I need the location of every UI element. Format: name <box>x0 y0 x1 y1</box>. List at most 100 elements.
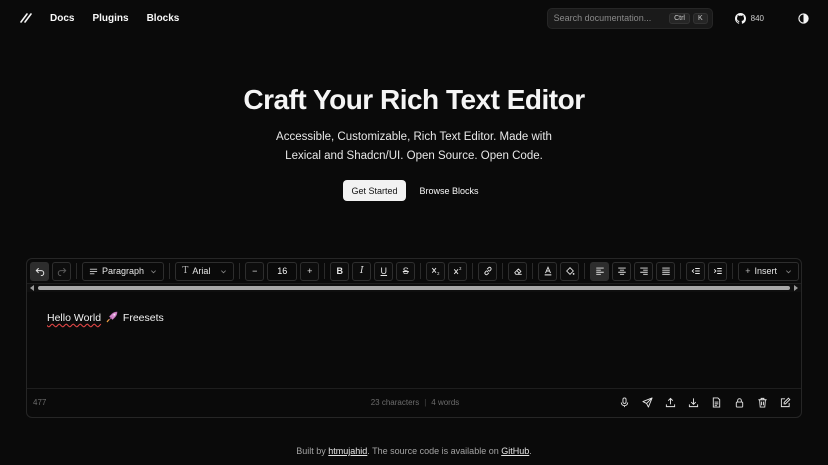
align-right-icon <box>639 267 648 275</box>
scroll-right-icon[interactable] <box>794 285 798 291</box>
divider <box>169 263 171 279</box>
paragraph-icon <box>89 268 98 274</box>
stats-separator: | <box>424 398 427 407</box>
kbd-k: K <box>692 12 708 24</box>
font-family-select[interactable]: T Arial <box>175 261 235 281</box>
browse-blocks-button[interactable]: Browse Blocks <box>414 180 485 201</box>
chevron-down-icon <box>151 269 157 273</box>
script-group: 2 2 <box>426 261 468 281</box>
theme-toggle-icon[interactable] <box>796 11 810 25</box>
download-icon[interactable] <box>687 396 700 409</box>
align-left-button[interactable] <box>590 261 610 281</box>
subscript-icon: 2 <box>431 267 440 276</box>
align-right-button[interactable] <box>634 261 654 281</box>
page: Docs Plugins Blocks Search documentation… <box>0 0 828 465</box>
content-text-freesets: Freesets <box>122 312 164 324</box>
header-right: Search documentation... Ctrl K 840 <box>546 7 810 29</box>
get-started-button[interactable]: Get Started <box>343 180 406 201</box>
hero-actions: Get Started Browse Blocks <box>0 180 828 201</box>
font-size-group: − 16 + <box>245 261 320 281</box>
divider <box>732 263 734 279</box>
search-placeholder: Search documentation... <box>553 13 652 23</box>
footer-prefix: Built by <box>296 446 329 456</box>
logo-icon[interactable] <box>18 10 34 26</box>
link-icon <box>484 266 492 276</box>
upload-icon[interactable] <box>664 396 677 409</box>
color-group <box>538 261 580 281</box>
strikethrough-label: S <box>402 266 409 276</box>
italic-button[interactable]: I <box>352 261 372 281</box>
trash-icon[interactable] <box>756 396 769 409</box>
nav-docs[interactable]: Docs <box>50 13 74 24</box>
underline-label: U <box>380 266 388 276</box>
edit-icon[interactable] <box>779 396 792 409</box>
editor-footer: 477 23 characters | 4 words <box>27 389 801 416</box>
increase-font-size-button[interactable]: + <box>300 261 320 281</box>
site-footer: Built by htmujahid. The source code is a… <box>0 446 828 456</box>
bold-label: B <box>336 266 344 276</box>
bold-button[interactable]: B <box>330 261 350 281</box>
site-header: Docs Plugins Blocks Search documentation… <box>0 0 828 36</box>
divider <box>532 263 534 279</box>
divider <box>680 263 682 279</box>
nav-plugins[interactable]: Plugins <box>92 13 128 24</box>
toolbar-scrollbar[interactable] <box>27 284 801 292</box>
align-center-icon <box>617 267 626 275</box>
search-input[interactable]: Search documentation... Ctrl K <box>546 7 713 29</box>
outdent-button[interactable] <box>686 261 706 281</box>
font-family-value: Arial <box>192 266 211 276</box>
github-repo-link[interactable]: GitHub <box>501 446 529 456</box>
author-link[interactable]: htmujahid <box>328 446 367 456</box>
eraser-icon <box>513 268 522 275</box>
plus-icon: + <box>745 266 751 276</box>
scroll-left-icon[interactable] <box>30 285 34 291</box>
scrollbar-thumb[interactable] <box>38 286 790 290</box>
align-left-icon <box>595 267 604 275</box>
editor-actions <box>618 396 795 409</box>
undo-icon <box>35 268 44 276</box>
nav-blocks[interactable]: Blocks <box>147 13 180 24</box>
send-icon[interactable] <box>641 396 654 409</box>
strikethrough-button[interactable]: S <box>396 261 416 281</box>
indent-icon <box>713 268 722 274</box>
hero: Craft Your Rich Text Editor Accessible, … <box>0 84 828 201</box>
divider <box>584 263 586 279</box>
editor-toolbar: Paragraph T Arial − 16 + B I U S 2 2 + I… <box>27 259 801 284</box>
block-type-select[interactable]: Paragraph <box>81 261 165 281</box>
insert-dropdown[interactable]: + Insert <box>738 261 800 281</box>
github-icon <box>734 12 746 24</box>
text-color-button[interactable] <box>538 261 558 281</box>
divider <box>472 263 474 279</box>
footer-suffix: . <box>529 446 532 456</box>
background-color-button[interactable] <box>560 261 580 281</box>
divider <box>324 263 326 279</box>
editor-content[interactable]: Hello World Freesets <box>27 292 801 389</box>
decrease-font-size-button[interactable]: − <box>245 261 265 281</box>
indent-group <box>686 261 728 281</box>
superscript-button[interactable]: 2 <box>448 261 468 281</box>
word-count: 4 words <box>431 398 460 407</box>
format-group: B I U S <box>330 261 416 281</box>
align-justify-icon <box>661 267 670 275</box>
underline-button[interactable]: U <box>374 261 394 281</box>
indent-button[interactable] <box>708 261 728 281</box>
subscript-button[interactable]: 2 <box>426 261 446 281</box>
font-size-input[interactable]: 16 <box>267 261 298 281</box>
chevron-down-icon <box>786 269 792 273</box>
paint-bucket-icon <box>565 267 575 275</box>
left-counter: 477 <box>33 398 47 407</box>
align-justify-button[interactable] <box>656 261 676 281</box>
github-link[interactable]: 840 <box>734 12 764 24</box>
clear-formatting-button[interactable] <box>508 261 528 281</box>
undo-button[interactable] <box>30 261 49 281</box>
font-type-icon: T <box>182 266 189 276</box>
align-center-button[interactable] <box>612 261 632 281</box>
divider <box>420 263 422 279</box>
file-text-icon[interactable] <box>710 396 723 409</box>
link-button[interactable] <box>478 261 498 281</box>
redo-button[interactable] <box>52 261 71 281</box>
lock-icon[interactable] <box>733 396 746 409</box>
redo-icon <box>57 268 66 276</box>
microphone-icon[interactable] <box>618 396 631 409</box>
divider <box>239 263 241 279</box>
